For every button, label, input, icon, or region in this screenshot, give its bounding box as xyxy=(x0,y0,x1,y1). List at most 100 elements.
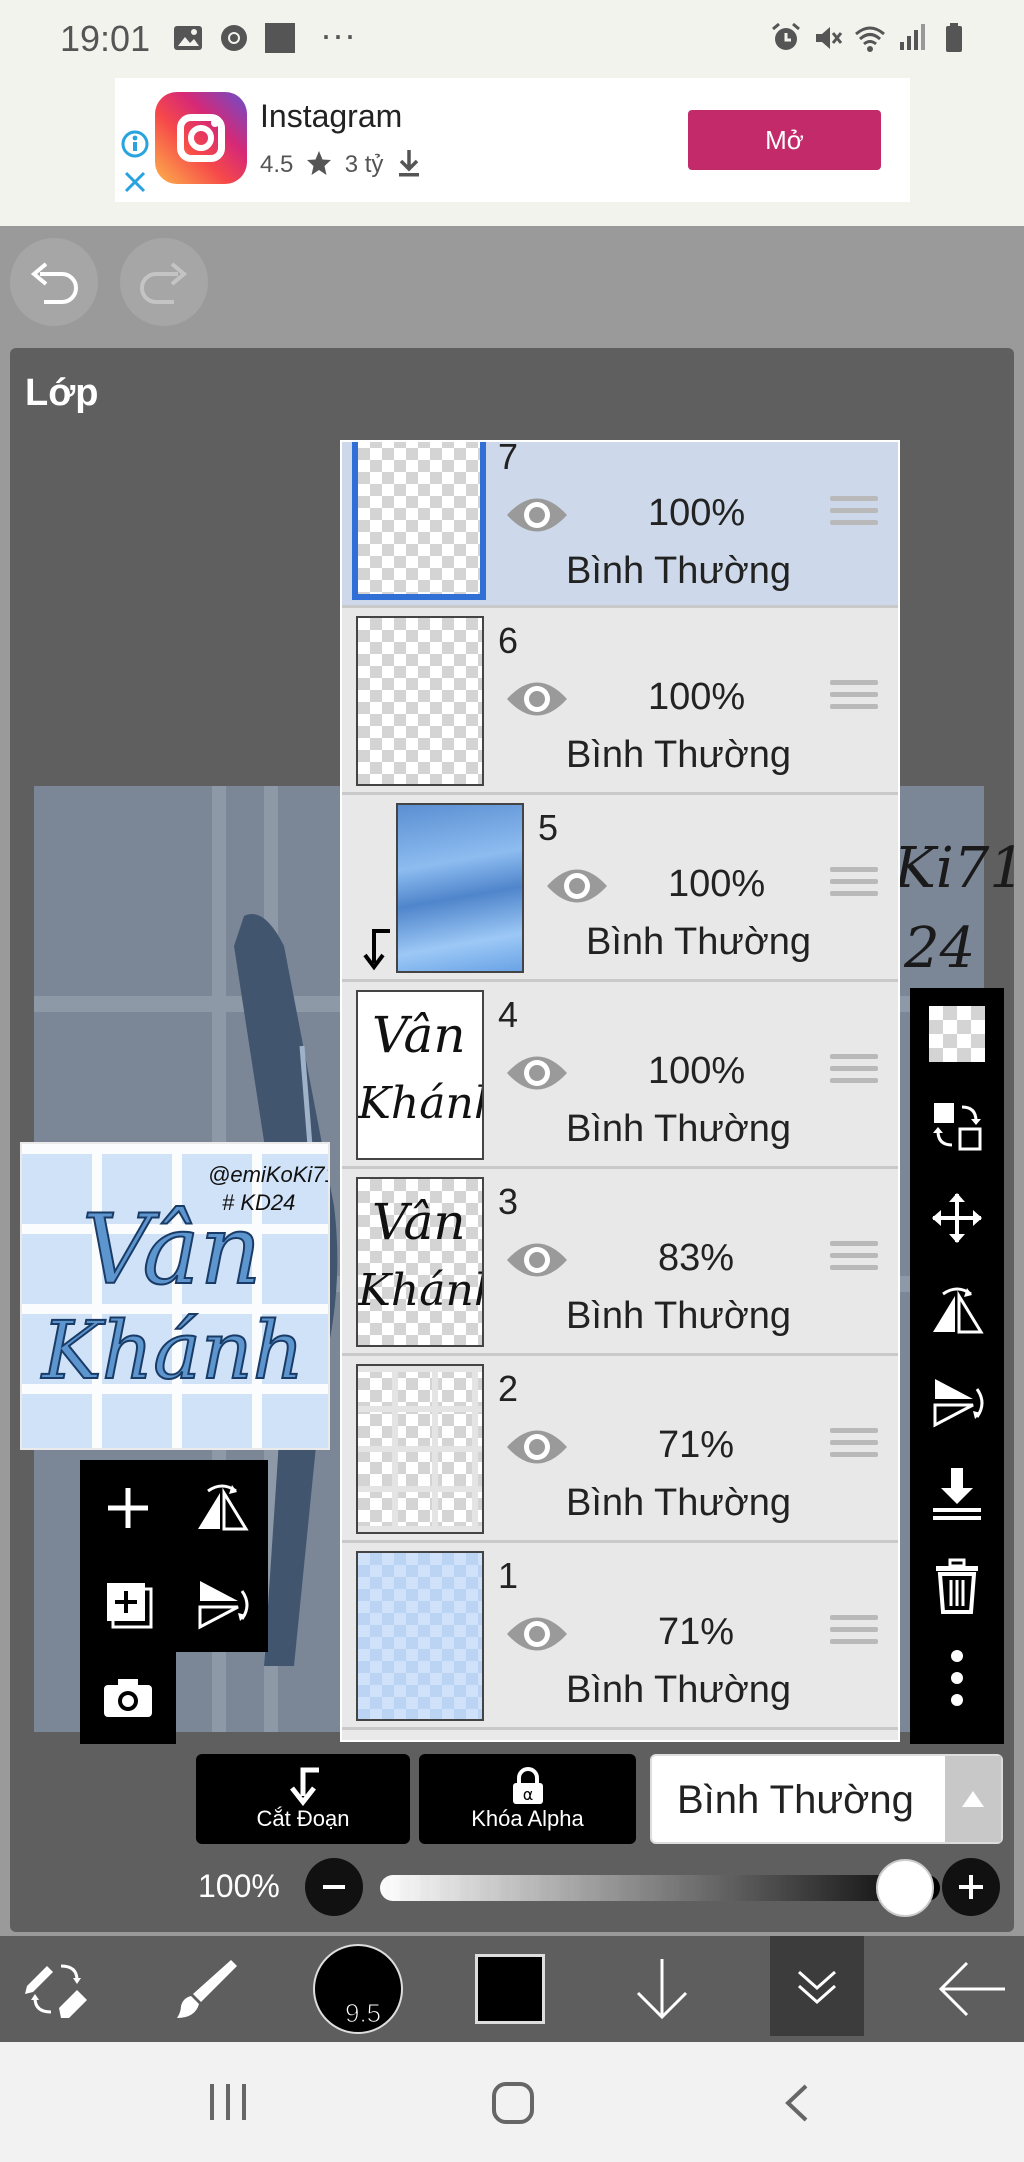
blend-mode-select[interactable]: Bình Thường xyxy=(650,1754,1003,1844)
layer-row[interactable]: 5 100% Bình Thường xyxy=(342,795,898,982)
flip-horizontal-button[interactable] xyxy=(176,1460,268,1556)
tool-switch-button[interactable] xyxy=(0,1936,112,2042)
visibility-eye-icon[interactable] xyxy=(544,861,610,911)
arrow-down-icon xyxy=(636,1959,688,2020)
layer-row[interactable]: 1 71% Bình Thường xyxy=(342,1543,898,1730)
move-icon xyxy=(932,1193,982,1243)
redo-icon xyxy=(140,262,188,304)
visibility-eye-icon[interactable] xyxy=(504,674,570,724)
layer-opacity: 83% xyxy=(658,1237,735,1279)
layer-blend-mode: Bình Thường xyxy=(586,921,812,963)
layer-number: 5 xyxy=(538,807,559,848)
trash-icon xyxy=(936,1558,978,1614)
undo-button[interactable] xyxy=(10,238,98,326)
canvas-preview[interactable]: @emiKoKi71 # KD24 Vân Khánh xyxy=(20,1142,330,1450)
flip-horizontal-icon xyxy=(198,1484,249,1531)
blend-mode-dropdown[interactable] xyxy=(945,1756,1001,1842)
close-icon[interactable] xyxy=(121,168,149,196)
add-layer-button[interactable] xyxy=(80,1460,176,1556)
layer-opacity: 100% xyxy=(648,492,746,534)
ad-banner: Instagram 4.5 3 tỷ Mở xyxy=(0,78,1024,226)
merge-down-button[interactable] xyxy=(910,1454,1004,1534)
drag-handle[interactable] xyxy=(830,496,878,530)
opacity-slider-track[interactable] xyxy=(380,1875,940,1901)
lock-icon: α xyxy=(512,1767,543,1804)
layer-row[interactable]: Vân Khánh 4 100% Bình Thường xyxy=(342,982,898,1169)
copy-layer-button[interactable] xyxy=(80,1556,176,1652)
layer-blend-mode: Bình Thường xyxy=(566,550,792,592)
wifi-icon xyxy=(855,26,885,52)
flip-vertical-icon xyxy=(933,1379,984,1428)
drag-handle[interactable] xyxy=(830,1054,878,1088)
drag-handle[interactable] xyxy=(830,1241,878,1275)
drag-handle[interactable] xyxy=(830,1428,878,1462)
layer-opacity: 100% xyxy=(648,1050,746,1092)
layer-opacity: 100% xyxy=(668,863,766,905)
image-icon xyxy=(174,26,202,50)
import-photo-button[interactable] xyxy=(80,1652,176,1744)
visibility-eye-icon[interactable] xyxy=(504,1609,570,1659)
preview-title-line2: Khánh xyxy=(41,1303,305,1398)
opacity-decrease-button[interactable] xyxy=(305,1858,363,1916)
visibility-eye-icon[interactable] xyxy=(504,1422,570,1472)
layer-row[interactable]: Vân Khánh 3 83% Bình Thường xyxy=(342,1169,898,1356)
drag-handle[interactable] xyxy=(830,867,878,901)
layer-thumbnail xyxy=(396,803,524,973)
back-arrow-button[interactable] xyxy=(920,1936,1024,2042)
alpha-lock-button[interactable]: α Khóa Alpha xyxy=(419,1754,636,1844)
layer-number: 3 xyxy=(498,1181,519,1222)
clipping-label: Cắt Đoạn xyxy=(256,1806,350,1831)
ad-open-button[interactable]: Mở xyxy=(688,110,881,170)
opacity-slider-thumb[interactable] xyxy=(876,1859,934,1917)
layer-row[interactable]: 7 100% Bình Thường xyxy=(342,442,898,608)
recent-apps-icon[interactable] xyxy=(206,2082,250,2122)
checkerboard-icon xyxy=(929,1006,985,1062)
flip-vertical-layer-button[interactable] xyxy=(910,1362,1004,1442)
flip-horizontal-icon xyxy=(933,1287,984,1334)
layer-thumbnail xyxy=(352,442,486,600)
swap-layers-button[interactable] xyxy=(910,1086,1004,1166)
flip-horizontal-layer-button[interactable] xyxy=(910,1270,1004,1350)
alarm-icon xyxy=(772,22,800,50)
visibility-eye-icon[interactable] xyxy=(504,1048,570,1098)
layer-thumbnail xyxy=(356,1364,484,1534)
home-icon[interactable] xyxy=(490,2080,536,2126)
layer-list[interactable]: 7 100% Bình Thường 6 100% Bình Thường 5 … xyxy=(340,440,900,1742)
current-color-swatch xyxy=(475,1954,545,2024)
brush-size-button[interactable]: 9.5 xyxy=(310,1936,406,2042)
flip-vertical-button[interactable] xyxy=(176,1556,268,1652)
color-picker-button[interactable] xyxy=(460,1936,560,2042)
drag-handle[interactable] xyxy=(830,680,878,714)
move-button[interactable] xyxy=(910,1178,1004,1258)
more-options-button[interactable] xyxy=(910,1638,1004,1718)
layer-blend-mode: Bình Thường xyxy=(566,1482,792,1524)
layer-thumbnail: Vân Khánh xyxy=(356,990,484,1160)
layer-number: 1 xyxy=(498,1555,519,1596)
minus-icon xyxy=(323,1885,345,1889)
info-icon[interactable] xyxy=(121,130,149,158)
layer-number: 4 xyxy=(498,994,519,1035)
layers-panel-toggle[interactable] xyxy=(770,1936,864,2036)
opacity-increase-button[interactable] xyxy=(942,1858,1000,1916)
layer-row[interactable]: 6 100% Bình Thường xyxy=(342,608,898,795)
clipping-button[interactable]: Cắt Đoạn xyxy=(196,1754,410,1844)
pen-eraser-switch-icon xyxy=(25,1964,87,2018)
visibility-eye-icon[interactable] xyxy=(504,490,570,540)
preview-title-line1: Vân xyxy=(81,1193,263,1307)
instagram-logo-icon xyxy=(155,92,247,184)
transparency-button[interactable] xyxy=(910,994,1004,1074)
redo-button[interactable] xyxy=(120,238,208,326)
download-icon xyxy=(399,150,420,177)
brush-tool-button[interactable] xyxy=(150,1936,262,2042)
layer-opacity: 71% xyxy=(658,1424,735,1466)
back-icon[interactable] xyxy=(782,2082,812,2124)
ad-card[interactable]: Instagram 4.5 3 tỷ Mở xyxy=(115,78,910,202)
status-time: 19:01 xyxy=(60,18,151,59)
layer-row[interactable]: 2 71% Bình Thường xyxy=(342,1356,898,1543)
drag-handle[interactable] xyxy=(830,1615,878,1649)
system-nav-bar xyxy=(0,2042,1024,2162)
layer-thumbnail xyxy=(356,616,484,786)
visibility-eye-icon[interactable] xyxy=(504,1235,570,1285)
delete-layer-button[interactable] xyxy=(910,1546,1004,1626)
download-arrow-button[interactable] xyxy=(612,1936,712,2042)
